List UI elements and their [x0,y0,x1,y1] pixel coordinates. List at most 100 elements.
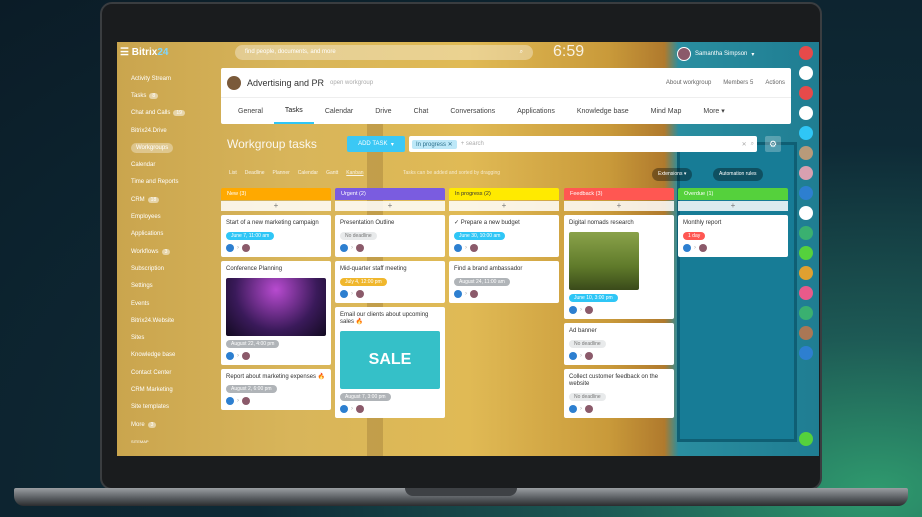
add-card-button[interactable]: + [335,201,445,211]
assignee-avatar[interactable] [470,289,478,298]
creator-avatar[interactable] [683,243,691,252]
deadline-badge[interactable]: No deadline [569,339,606,348]
right-bar-avatar[interactable] [799,266,813,280]
creator-avatar[interactable] [226,351,234,360]
view-option[interactable]: Kanban [346,170,363,176]
sidebar-item[interactable]: Bitrix24.Drive [125,122,225,139]
members-link[interactable]: Members 5 [723,80,753,86]
sidebar-item[interactable]: Subscription [125,260,225,277]
add-card-button[interactable]: + [449,201,559,211]
task-card[interactable]: Ad banner No deadline › [564,322,674,365]
right-bar-avatar[interactable] [799,126,813,140]
task-card[interactable]: Find a brand ambassador August 24, 11:00 … [449,260,559,303]
view-option[interactable]: Planner [273,170,290,176]
tab-item[interactable]: Calendar [314,98,364,124]
tab-item[interactable]: Conversations [439,98,506,124]
sidebar-item[interactable]: Contact Center [125,364,225,381]
deadline-badge[interactable]: August 24, 11:00 am [454,277,510,286]
filter-search-input[interactable]: In progress ✕ + search ✕ ⌕ [409,136,757,152]
assignee-avatar[interactable] [585,351,593,360]
task-card[interactable]: Email our clients about upcoming sales 🔥… [335,306,445,419]
column-header[interactable]: Feedback (3) [564,188,674,200]
deadline-badge[interactable]: August 2, 6:00 pm [226,385,277,394]
phone-icon[interactable] [799,432,813,446]
sidebar-item[interactable]: Events [125,295,225,312]
right-bar-avatar[interactable] [799,326,813,340]
assignee-avatar[interactable] [242,351,250,360]
task-card[interactable]: Presentation Outline No deadline › [335,215,445,257]
sidebar-item[interactable]: Site templates [125,399,225,416]
tab-item[interactable]: General [227,98,274,124]
extensions-button[interactable]: Extensions ▾ [652,168,693,181]
tab-item[interactable]: Mind Map [640,98,693,124]
assignee-avatar[interactable] [242,243,250,252]
sidebar-item[interactable]: Calendar [125,156,225,173]
filter-chip[interactable]: In progress ✕ [412,139,457,149]
creator-avatar[interactable] [340,289,348,298]
deadline-badge[interactable]: June 30, 10:00 am [454,231,506,240]
right-bar-avatar[interactable] [799,106,813,120]
task-card[interactable]: Digital nomads research June 10, 3:00 pm › [564,215,674,319]
sidebar-item[interactable]: Workflows 3 [125,243,225,260]
creator-avatar[interactable] [226,397,234,406]
search-icon[interactable]: ⌕ [751,141,754,148]
creator-avatar[interactable] [569,351,577,360]
assignee-avatar[interactable] [585,305,593,314]
deadline-badge[interactable]: August 7, 3:00 pm [340,393,391,402]
right-bar-avatar[interactable] [799,206,813,220]
sidebar-item[interactable]: Tasks 8 [125,87,225,104]
creator-avatar[interactable] [454,243,462,252]
view-option[interactable]: Gantt [326,170,338,176]
tab-item[interactable]: Chat [403,98,440,124]
deadline-badge[interactable]: No deadline [569,393,606,402]
sidebar-item[interactable]: Knowledge base [125,347,225,364]
automation-rules-button[interactable]: Automation rules [713,168,763,181]
deadline-badge[interactable]: August 22, 4:00 pm [226,339,280,348]
assignee-avatar[interactable] [470,243,478,252]
task-card[interactable]: ✓ Prepare a new budget June 30, 10:00 am › [449,215,559,257]
right-bar-avatar[interactable] [799,306,813,320]
sidebar-item[interactable]: Employees [125,208,225,225]
tab-item[interactable]: Knowledge base [566,98,640,124]
creator-avatar[interactable] [569,305,577,314]
view-option[interactable]: Deadline [245,170,265,176]
right-bar-avatar[interactable] [799,286,813,300]
right-bar-avatar[interactable] [799,66,813,80]
right-bar-avatar[interactable] [799,146,813,160]
assignee-avatar[interactable] [242,397,250,406]
task-card[interactable]: Conference Planning August 22, 4:00 pm › [221,260,331,365]
deadline-badge[interactable]: June 10, 3:00 pm [569,293,618,302]
tab-item[interactable]: More ▾ [692,98,735,124]
column-header[interactable]: In progress (2) [449,188,559,200]
add-task-button[interactable]: ADD TASK ▾ [347,136,405,152]
assignee-avatar[interactable] [356,405,364,414]
column-header[interactable]: New (3) [221,188,331,200]
right-bar-avatar[interactable] [799,226,813,240]
sidebar-item[interactable]: Time and Reports [125,174,225,191]
sidebar-item[interactable]: Workgroups [125,139,225,156]
task-card[interactable]: Monthly report 1 day › [678,215,788,257]
sidebar-item[interactable]: Applications [125,226,225,243]
sidebar-item[interactable]: Chat and Calls 19 [125,105,225,122]
right-bar-avatar[interactable] [799,246,813,260]
add-card-button[interactable]: + [221,201,331,211]
task-card[interactable]: Mid-quarter staff meeting July 4, 12:00 p… [335,260,445,303]
tab-item[interactable]: Applications [506,98,566,124]
tab-item[interactable]: Drive [364,98,402,124]
actions-link[interactable]: Actions [765,80,785,86]
deadline-badge[interactable]: 1 day [683,231,706,240]
task-card[interactable]: Report about marketing expenses 🔥 August … [221,368,331,411]
sidebar-item[interactable]: Bitrix24.Website [125,312,225,329]
assignee-avatar[interactable] [699,243,707,252]
creator-avatar[interactable] [454,289,462,298]
deadline-badge[interactable]: No deadline [340,231,377,240]
sitemap-link[interactable]: SITEMAP [125,433,225,450]
creator-avatar[interactable] [569,405,577,414]
right-bar-avatar[interactable] [799,166,813,180]
view-option[interactable]: List [229,170,237,176]
creator-avatar[interactable] [340,405,348,414]
right-bar-avatar[interactable] [799,46,813,60]
deadline-badge[interactable]: July 4, 12:00 pm [340,277,387,286]
assignee-avatar[interactable] [356,243,364,252]
column-header[interactable]: Overdue (1) [678,188,788,200]
